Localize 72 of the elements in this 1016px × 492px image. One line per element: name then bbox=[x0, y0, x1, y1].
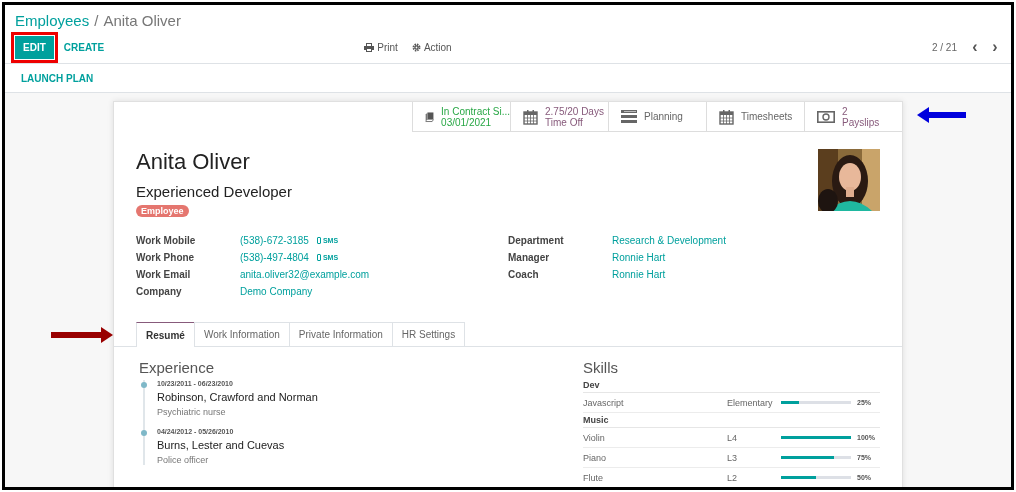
breadcrumb-current: Anita Oliver bbox=[103, 11, 181, 29]
section-title: Skills bbox=[583, 359, 619, 376]
job-title: Experienced Developer bbox=[136, 183, 292, 200]
launch-plan-button[interactable]: LAUNCH PLAN bbox=[15, 68, 100, 88]
stat-button[interactable]: Timesheets bbox=[706, 102, 804, 132]
skill-progress-bar bbox=[781, 401, 851, 404]
field-value-link[interactable]: Ronnie Hart bbox=[612, 252, 666, 263]
calendar-icon bbox=[523, 108, 538, 125]
section-title: Experience bbox=[139, 359, 216, 376]
skill-level-name: Elementary bbox=[727, 397, 774, 408]
employee-name: Anita Oliver bbox=[136, 149, 251, 175]
stat-button[interactable]: 2.75/20 Days Time Off bbox=[510, 102, 608, 132]
skill-level-name: L4 bbox=[727, 432, 738, 443]
stat-button[interactable]: In Contract Si... 03/01/2021 bbox=[412, 102, 510, 132]
action-button[interactable]: Action bbox=[407, 38, 456, 56]
skill-group-title: Dev bbox=[583, 380, 880, 393]
stat-button[interactable]: Planning bbox=[608, 102, 706, 132]
stat-value: 2.75/20 Days bbox=[545, 105, 604, 117]
entry-role: Psychiatric nurse bbox=[157, 407, 227, 417]
field-label: Department bbox=[508, 235, 565, 246]
stat-value: Planning bbox=[644, 111, 683, 122]
field-label: Work Mobile bbox=[136, 235, 197, 246]
skill-name: Javascript bbox=[583, 397, 625, 408]
phone-icon bbox=[316, 237, 321, 244]
breadcrumb-link[interactable]: Employees bbox=[15, 11, 90, 29]
field-label: Work Email bbox=[136, 269, 192, 280]
stat-button[interactable]: 2 Payslips bbox=[804, 102, 902, 132]
skill-name: Flute bbox=[583, 472, 604, 483]
field-value-link[interactable]: Research & Development bbox=[612, 235, 726, 246]
stat-label: Payslips bbox=[842, 116, 880, 128]
stat-label: 03/01/2021 bbox=[441, 116, 492, 128]
field-label: Coach bbox=[508, 269, 540, 280]
gear-icon bbox=[411, 42, 421, 52]
field-value-link[interactable]: anita.oliver32@example.com bbox=[240, 269, 370, 280]
employee-tag: Employee bbox=[136, 205, 189, 217]
banknote-icon bbox=[817, 110, 835, 123]
field-value-link[interactable]: Demo Company bbox=[240, 286, 313, 297]
field-label: Work Phone bbox=[136, 252, 196, 263]
entry-company: Burns, Lester and Cuevas bbox=[157, 439, 286, 451]
skill-name: Violin bbox=[583, 432, 606, 443]
timeline-dot bbox=[141, 430, 147, 436]
stat-value: Timesheets bbox=[741, 111, 793, 122]
print-button[interactable]: Print bbox=[360, 38, 402, 56]
phone-icon bbox=[316, 254, 321, 261]
calendar-icon bbox=[719, 108, 734, 125]
stat-value: In Contract Si... bbox=[441, 105, 510, 117]
list-icon bbox=[621, 110, 637, 123]
next-button[interactable]: › bbox=[987, 40, 1003, 54]
skill-progress-bar bbox=[781, 476, 851, 479]
timeline-dot bbox=[141, 382, 147, 388]
create-button[interactable]: CREATE bbox=[57, 37, 111, 57]
skill-level-name: L2 bbox=[727, 472, 738, 483]
entry-company: Robinson, Crawford and Norman bbox=[157, 391, 319, 403]
stat-label: Time Off bbox=[545, 116, 583, 128]
skill-group-title: Music bbox=[583, 415, 880, 428]
field-value-link[interactable]: (538)-672-3185 bbox=[240, 235, 309, 246]
field-value-link[interactable]: Ronnie Hart bbox=[612, 269, 666, 280]
entry-role: Police officer bbox=[157, 455, 210, 465]
breadcrumb-separator: / bbox=[94, 11, 99, 29]
field-label: Company bbox=[136, 286, 183, 297]
skill-progress-bar bbox=[781, 456, 851, 459]
stat-value: 2 bbox=[842, 105, 848, 117]
previous-button[interactable]: ‹ bbox=[967, 40, 983, 54]
printer-icon bbox=[364, 42, 375, 52]
skill-name: Piano bbox=[583, 452, 608, 463]
skill-progress-bar bbox=[781, 436, 851, 439]
tab[interactable]: Resumé bbox=[136, 322, 195, 347]
tab[interactable]: HR Settings bbox=[391, 322, 466, 346]
field-value-link[interactable]: (538)-497-4804 bbox=[240, 252, 309, 263]
skill-level-name: L3 bbox=[727, 452, 738, 463]
field-label: Manager bbox=[508, 252, 551, 263]
pager-counter: 2 / 21 bbox=[931, 41, 957, 53]
